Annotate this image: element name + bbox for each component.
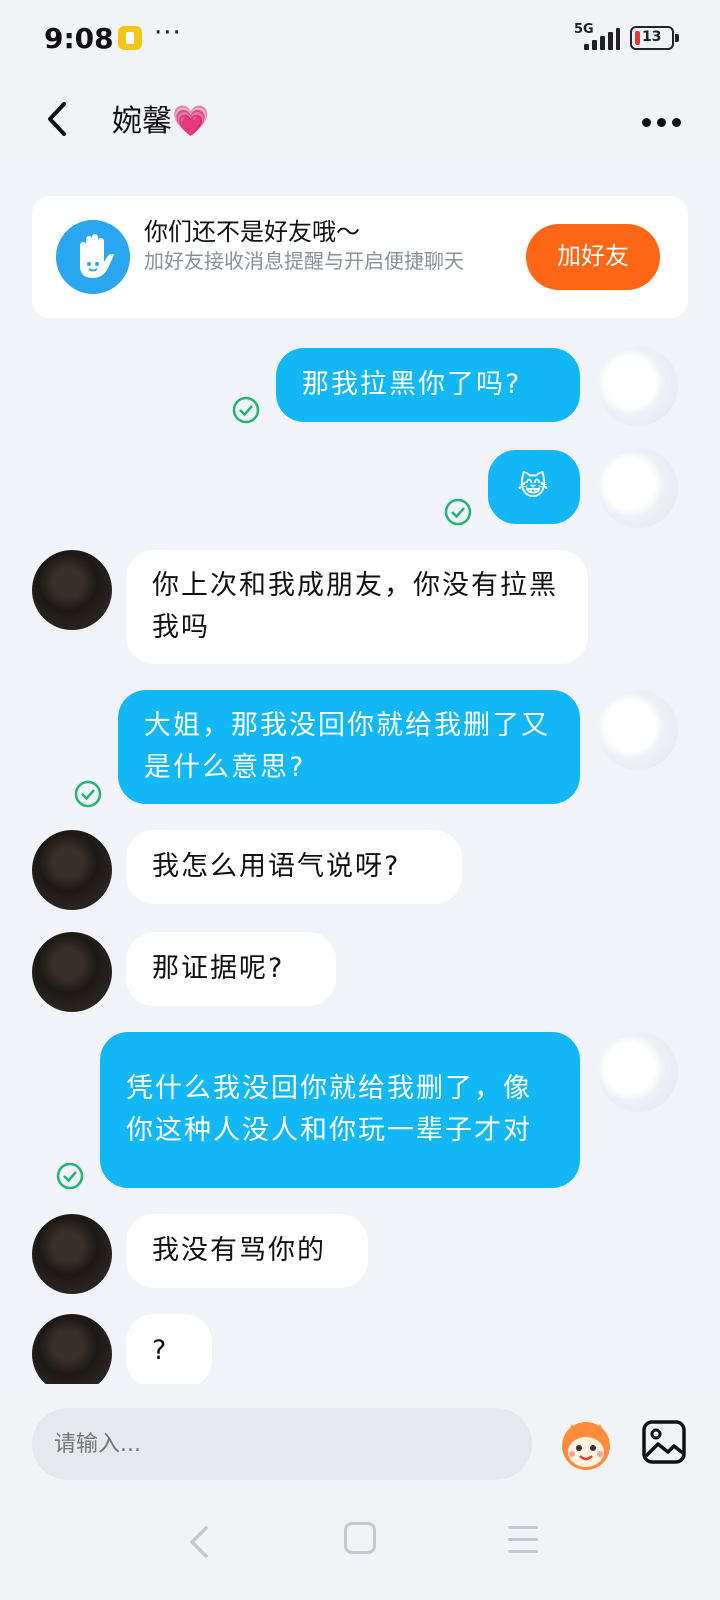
message-text: 我没有骂你的 bbox=[152, 1235, 326, 1266]
message-text: 我怎么用语气说呀? bbox=[152, 851, 401, 882]
input-bar bbox=[0, 1384, 720, 1600]
read-check-icon bbox=[56, 1162, 84, 1190]
signal-icon bbox=[584, 28, 620, 50]
message-text: 那证据呢? bbox=[152, 953, 285, 984]
add-friend-banner: 你们还不是好友哦～ 加好友接收消息提醒与开启便捷聊天 加好友 bbox=[32, 196, 688, 318]
avatar-self[interactable] bbox=[598, 448, 678, 528]
message-bubble-outgoing[interactable]: 大姐，那我没回你就给我删了又是什么意思? bbox=[118, 690, 580, 804]
avatar-self[interactable] bbox=[598, 1032, 678, 1112]
image-icon[interactable] bbox=[640, 1418, 688, 1466]
message-text: 你上次和我成朋友，你没有拉黑我吗 bbox=[152, 570, 558, 643]
message-bubble-incoming[interactable]: ? bbox=[126, 1314, 212, 1388]
avatar-contact[interactable] bbox=[32, 1314, 112, 1394]
message-text: 大姐，那我没回你就给我删了又是什么意思? bbox=[144, 710, 550, 783]
chat-header: 婉馨💗 bbox=[0, 76, 720, 164]
nav-home-icon[interactable] bbox=[344, 1522, 376, 1554]
message-bubble-incoming[interactable]: 那证据呢? bbox=[126, 932, 336, 1006]
status-time: 9:08 bbox=[44, 22, 114, 55]
message-bubble-incoming[interactable]: 我没有骂你的 bbox=[126, 1214, 368, 1288]
message-text: 那我拉黑你了吗? bbox=[302, 369, 522, 400]
read-check-icon bbox=[444, 498, 472, 526]
notification-icon bbox=[118, 26, 142, 50]
message-bubble-incoming[interactable]: 我怎么用语气说呀? bbox=[126, 830, 462, 904]
message-input[interactable] bbox=[32, 1408, 532, 1480]
message-bubble-incoming[interactable]: 你上次和我成朋友，你没有拉黑我吗 bbox=[126, 550, 588, 664]
nav-menu-icon[interactable] bbox=[508, 1526, 538, 1554]
waving-hand-icon bbox=[56, 220, 130, 294]
avatar-contact[interactable] bbox=[32, 830, 112, 910]
read-check-icon bbox=[74, 780, 102, 808]
read-check-icon bbox=[232, 396, 260, 424]
emoji-mascot-icon[interactable] bbox=[556, 1414, 616, 1474]
chat-title: 婉馨💗 bbox=[112, 104, 210, 139]
friend-banner-title: 你们还不是好友哦～ bbox=[144, 218, 360, 246]
battery-icon: 13 bbox=[630, 26, 679, 50]
message-bubble-outgoing[interactable]: 那我拉黑你了吗? bbox=[276, 348, 580, 422]
avatar-self[interactable] bbox=[598, 346, 678, 426]
more-horizontal-icon[interactable] bbox=[640, 102, 684, 142]
message-bubble-outgoing[interactable]: 😹 bbox=[488, 450, 580, 524]
message-bubble-outgoing[interactable]: 凭什么我没回你就给我删了，像你这种人没人和你玩一辈子才对 bbox=[100, 1032, 580, 1188]
message-emoji: 😹 bbox=[517, 471, 551, 502]
avatar-self[interactable] bbox=[598, 690, 678, 770]
battery-level bbox=[635, 31, 640, 45]
status-more-dots: ··· bbox=[154, 18, 182, 48]
friend-banner-subtitle: 加好友接收消息提醒与开启便捷聊天 bbox=[144, 249, 464, 273]
message-text: 凭什么我没回你就给我删了，像你这种人没人和你玩一辈子才对 bbox=[126, 1073, 532, 1146]
battery-percent: 13 bbox=[642, 29, 662, 45]
avatar-contact[interactable] bbox=[32, 932, 112, 1012]
nav-back-icon[interactable] bbox=[184, 1524, 214, 1560]
avatar-contact[interactable] bbox=[32, 1214, 112, 1294]
add-friend-button[interactable]: 加好友 bbox=[526, 224, 660, 290]
message-text: ? bbox=[152, 1335, 169, 1366]
status-bar: 9:08 ··· 5G 13 bbox=[0, 0, 720, 76]
avatar-contact[interactable] bbox=[32, 550, 112, 630]
chevron-left-icon[interactable] bbox=[38, 94, 78, 144]
